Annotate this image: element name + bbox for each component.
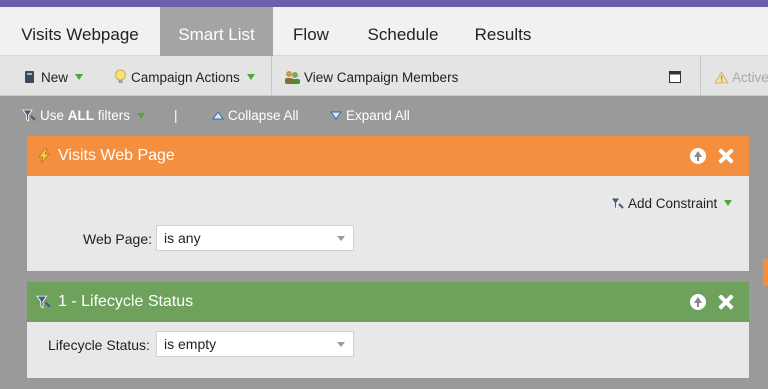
trigger-card-title: Visits Web Page (58, 147, 175, 164)
collapse-icon (212, 111, 224, 120)
filter-funnel-icon (36, 295, 51, 309)
expand-all-button[interactable]: Expand All (330, 108, 410, 123)
chevron-down-icon (75, 74, 84, 80)
trigger-card-header[interactable]: Visits Web Page (27, 136, 749, 176)
campaign-actions-button[interactable]: Campaign Actions (114, 67, 255, 87)
expand-all-label: Expand All (346, 108, 410, 123)
move-up-icon[interactable] (690, 294, 706, 310)
use-filters-bold: ALL (67, 108, 95, 123)
chevron-down-icon (246, 74, 255, 80)
filter-card-actions (690, 294, 734, 310)
web-page-select[interactable]: is any (156, 225, 354, 251)
people-icon (285, 70, 300, 84)
filter-bar: Use ALL filters | Collapse All Expand Al… (0, 97, 768, 134)
active-status: Active (714, 67, 768, 87)
toolbar-divider (271, 56, 272, 96)
add-constraint-label: Add Constraint (628, 195, 718, 211)
tab-smart-list[interactable]: Smart List (160, 7, 273, 56)
collapse-all-label: Collapse All (228, 108, 299, 123)
lifecycle-status-label: Lifecycle Status: (48, 337, 150, 353)
filter-card: 1 - Lifecycle Status Lifecycle Status: i… (27, 282, 749, 378)
use-filters-suffix: filters (97, 108, 131, 123)
move-up-icon[interactable] (690, 148, 706, 164)
tab-schedule[interactable]: Schedule (349, 7, 457, 56)
filter-funnel-icon (22, 109, 36, 122)
new-icon (25, 71, 34, 83)
window-button[interactable] (669, 67, 681, 87)
campaign-actions-label: Campaign Actions (131, 69, 240, 85)
web-page-select-value: is any (164, 230, 201, 246)
chevron-down-icon (337, 342, 345, 347)
lifecycle-status-select-value: is empty (164, 336, 217, 352)
filter-card-title: 1 - Lifecycle Status (58, 293, 194, 310)
top-accent-strip (0, 0, 768, 7)
tab-flow[interactable]: Flow (273, 7, 349, 56)
close-icon[interactable] (718, 294, 734, 310)
toolbar-divider (700, 56, 701, 96)
filterbar-separator: | (174, 108, 178, 123)
filter-funnel-icon (610, 197, 624, 210)
new-label: New (41, 69, 69, 85)
web-page-label: Web Page: (83, 231, 153, 247)
chevron-down-icon (724, 200, 733, 206)
active-status-label: Active (732, 69, 768, 85)
lightbulb-icon (115, 69, 126, 83)
window-icon (669, 71, 681, 83)
chevron-down-icon (337, 236, 345, 241)
view-campaign-members-button[interactable]: View Campaign Members (284, 67, 458, 87)
view-campaign-members-label: View Campaign Members (304, 69, 459, 85)
use-filters-prefix: Use (40, 108, 65, 123)
lightning-bolt-icon (38, 148, 50, 164)
tab-results[interactable]: Results (457, 7, 549, 56)
trigger-card: Visits Web Page Add Constraint Web Page:… (27, 136, 749, 271)
lifecycle-status-select[interactable]: is empty (156, 331, 354, 357)
expand-icon (330, 111, 342, 120)
toolbar: New Campaign Actions View Campaign Membe… (0, 56, 768, 96)
tab-visits-webpage[interactable]: Visits Webpage (0, 7, 160, 56)
use-all-filters-dropdown[interactable]: Use ALL filters (22, 108, 146, 123)
add-constraint-button[interactable]: Add Constraint (610, 193, 733, 213)
offscreen-card-edge (763, 259, 768, 286)
tab-bar: Visits Webpage Smart List Flow Schedule … (0, 7, 768, 56)
warning-icon (714, 70, 729, 83)
trigger-card-actions (690, 148, 734, 164)
close-icon[interactable] (718, 148, 734, 164)
scroll-gutter (749, 134, 761, 389)
chevron-down-icon (137, 112, 146, 119)
new-button[interactable]: New (24, 67, 84, 87)
filter-card-header[interactable]: 1 - Lifecycle Status (27, 282, 749, 322)
collapse-all-button[interactable]: Collapse All (212, 108, 299, 123)
